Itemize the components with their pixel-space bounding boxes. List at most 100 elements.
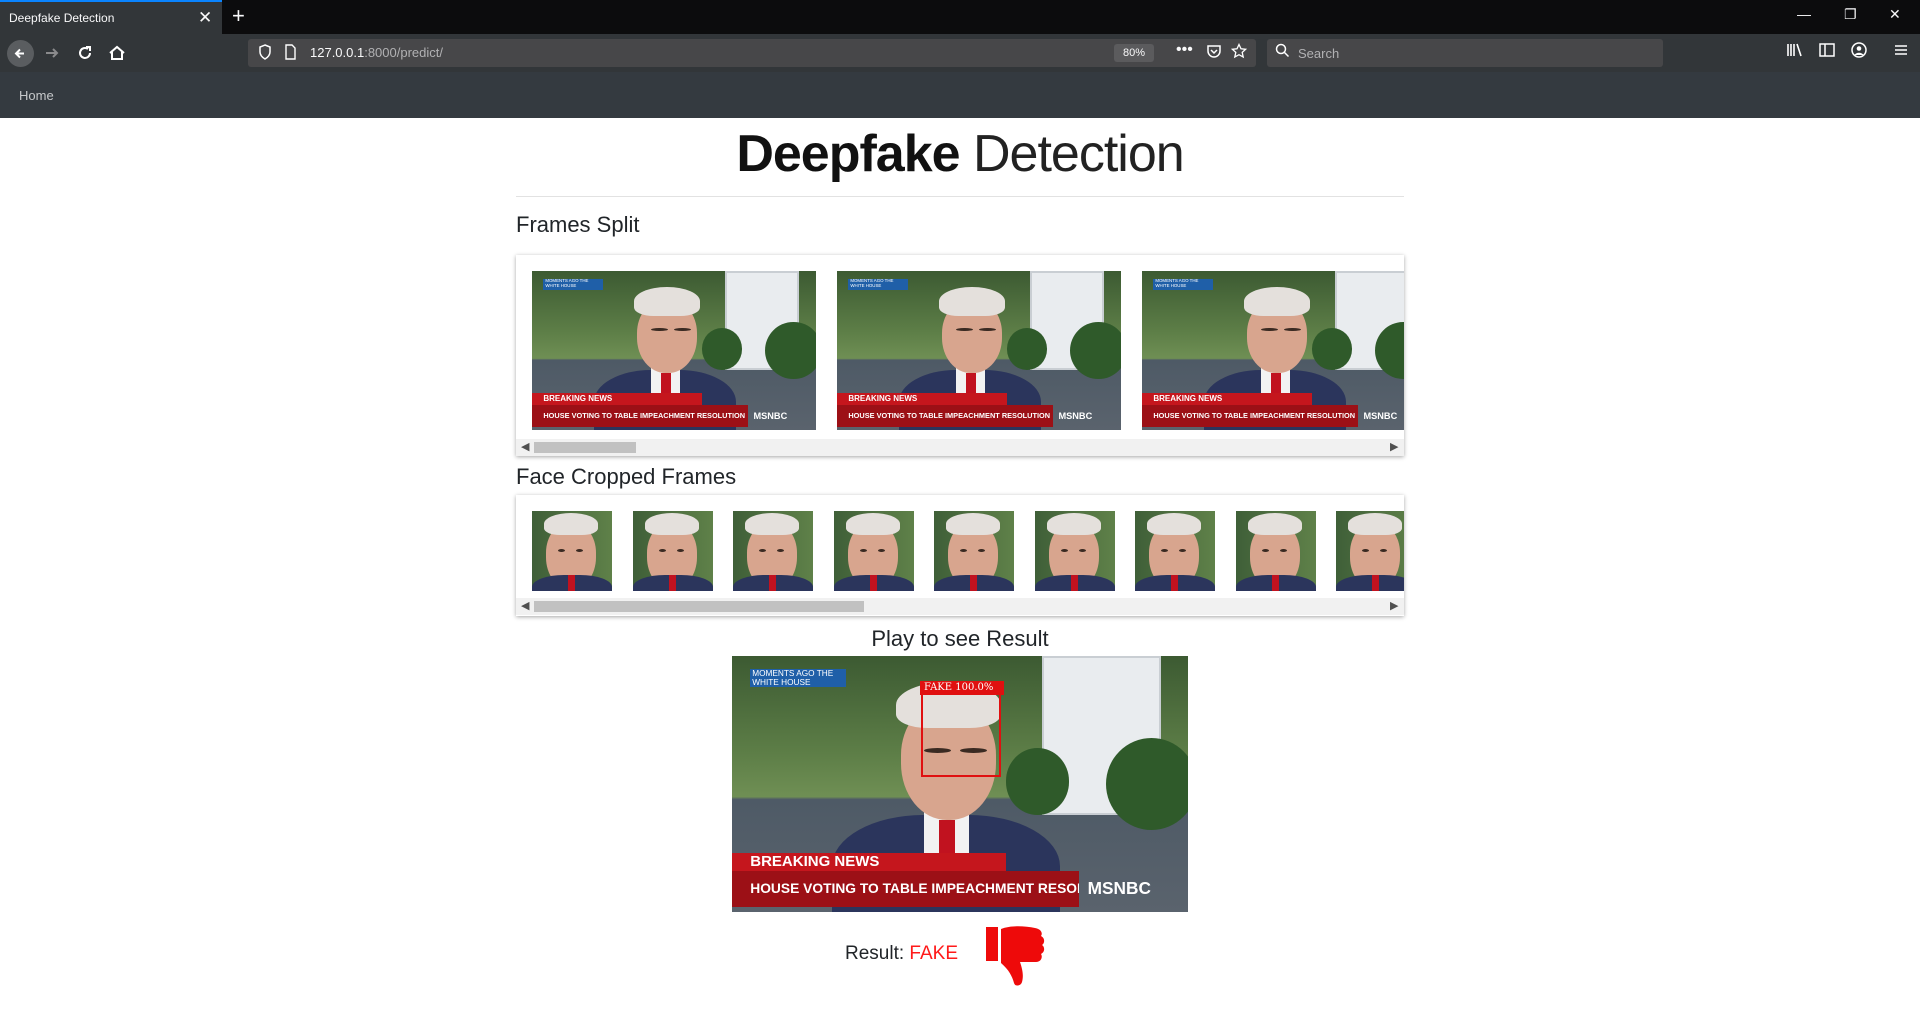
close-tab-icon[interactable]: ✕ bbox=[198, 8, 212, 28]
breaking-news-label: BREAKING NEWS bbox=[837, 393, 1008, 405]
home-icon[interactable] bbox=[105, 41, 129, 65]
breaking-news-label: BREAKING NEWS bbox=[732, 853, 1006, 872]
eye-image bbox=[676, 549, 684, 552]
tie-image bbox=[970, 575, 977, 591]
face-crop-thumbnail bbox=[833, 511, 914, 591]
minimize-icon[interactable]: — bbox=[1797, 6, 1811, 22]
bush-image bbox=[1007, 328, 1048, 370]
face-crop-scene bbox=[1034, 511, 1115, 591]
breaking-news-label: BREAKING NEWS bbox=[1142, 393, 1313, 405]
forward-icon[interactable] bbox=[40, 41, 64, 65]
face-detection-label: FAKE 100.0% bbox=[920, 681, 1004, 695]
divider bbox=[516, 196, 1404, 197]
scroll-left-icon[interactable]: ◀ bbox=[521, 599, 529, 612]
new-tab-button[interactable]: + bbox=[232, 3, 245, 29]
face-crop-thumbnail bbox=[632, 511, 713, 591]
page-info-icon[interactable] bbox=[284, 44, 297, 63]
face-detection-box bbox=[921, 681, 1001, 777]
eye-image bbox=[658, 549, 666, 552]
zoom-indicator[interactable]: 80% bbox=[1114, 44, 1154, 62]
menu-icon[interactable] bbox=[1892, 41, 1910, 64]
face-crop-scene bbox=[934, 511, 1014, 591]
frames-scroll-thumb[interactable] bbox=[534, 442, 636, 453]
play-result-title: Play to see Result bbox=[871, 626, 1049, 651]
thumbs-down-icon bbox=[986, 926, 1045, 986]
face-crop-scene bbox=[1135, 511, 1215, 591]
scroll-left-icon[interactable]: ◀ bbox=[521, 440, 529, 453]
tie-image bbox=[1070, 575, 1078, 591]
account-icon[interactable] bbox=[1850, 41, 1868, 64]
headline-banner: HOUSE VOTING TO TABLE IMPEACHMENT RESOLU… bbox=[532, 404, 748, 427]
faces-scrollbar[interactable]: ◀ ▶ bbox=[516, 598, 1404, 615]
corner-tag: MOMENTS AGO THE WHITE HOUSE bbox=[750, 668, 846, 687]
tab-deepfake-detection[interactable]: Deepfake Detection ✕ bbox=[0, 0, 222, 34]
face-crop-thumbnail bbox=[1034, 511, 1115, 591]
restore-icon[interactable]: ❐ bbox=[1844, 6, 1857, 23]
search-icon bbox=[1275, 43, 1290, 62]
result-video[interactable]: MOMENTS AGO THE WHITE HOUSE BREAKING NEWS… bbox=[732, 656, 1188, 912]
eye-image bbox=[777, 549, 784, 552]
sidebar-icon[interactable] bbox=[1818, 41, 1836, 64]
hair-image bbox=[1247, 513, 1302, 535]
search-placeholder: Search bbox=[1298, 46, 1340, 61]
hair-image bbox=[634, 286, 700, 316]
brand-light: Detection bbox=[973, 125, 1185, 183]
result-value: FAKE bbox=[909, 943, 958, 964]
browser-toolbar: 127.0.0.1:8000/predict/ 80% ••• Search bbox=[0, 34, 1920, 72]
scroll-right-icon[interactable]: ▶ bbox=[1390, 440, 1398, 453]
hair-image bbox=[1046, 513, 1101, 535]
suit-image bbox=[1336, 575, 1404, 591]
frames-split-strip[interactable]: MOMENTS AGO THE WHITE HOUSE BREAKING NEWS… bbox=[516, 255, 1404, 456]
headline-banner: HOUSE VOTING TO TABLE IMPEACHMENT RESOLU… bbox=[1142, 404, 1358, 427]
eye-image bbox=[1161, 549, 1168, 552]
face-crop-scene bbox=[1336, 511, 1404, 591]
result-label: Result: bbox=[845, 943, 905, 964]
bookmark-star-icon[interactable] bbox=[1230, 42, 1248, 63]
search-bar[interactable]: Search bbox=[1267, 39, 1663, 67]
face-crop-thumbnail bbox=[1235, 511, 1316, 591]
eye-image bbox=[1380, 549, 1387, 552]
bush-image bbox=[1312, 328, 1353, 370]
face-crop-scene bbox=[833, 511, 914, 591]
eye-image bbox=[859, 549, 867, 552]
news-frame-scene: MOMENTS AGO THE WHITE HOUSE BREAKING NEWS… bbox=[532, 271, 816, 430]
tie-image bbox=[668, 575, 676, 591]
bush-image bbox=[1069, 321, 1121, 380]
hair-image bbox=[845, 513, 900, 535]
faces-scroll-thumb[interactable] bbox=[534, 601, 864, 612]
eye-image bbox=[1261, 549, 1269, 552]
eye-image bbox=[759, 549, 766, 552]
headline-banner: HOUSE VOTING TO TABLE IMPEACHMENT RESOLU… bbox=[732, 871, 1079, 907]
face-crop-thumbnail bbox=[934, 511, 1014, 591]
corner-tag: MOMENTS AGO THE WHITE HOUSE bbox=[1153, 278, 1213, 291]
news-frame-scene: MOMENTS AGO THE WHITE HOUSE BREAKING NEWS… bbox=[1142, 271, 1404, 430]
tie-image bbox=[1271, 575, 1279, 591]
frame-thumbnail: MOMENTS AGO THE WHITE HOUSE BREAKING NEWS… bbox=[837, 271, 1121, 430]
home-link[interactable]: Home bbox=[19, 88, 54, 103]
back-icon[interactable] bbox=[7, 40, 34, 67]
hair-image bbox=[1147, 513, 1201, 535]
tie-image bbox=[1372, 575, 1379, 591]
shield-icon[interactable] bbox=[258, 44, 272, 63]
pocket-icon[interactable] bbox=[1206, 43, 1222, 63]
face-cropped-strip[interactable]: ◀ ▶ bbox=[516, 495, 1404, 616]
hair-image bbox=[644, 513, 699, 535]
frame-thumbnail: MOMENTS AGO THE WHITE HOUSE BREAKING NEWS… bbox=[532, 271, 816, 430]
window-close-icon[interactable]: ✕ bbox=[1889, 6, 1901, 23]
eye-image bbox=[1179, 549, 1186, 552]
url-bar[interactable]: 127.0.0.1:8000/predict/ 80% ••• bbox=[248, 39, 1256, 67]
url-host: 127.0.0.1 bbox=[310, 45, 365, 60]
hair-image bbox=[544, 513, 598, 535]
library-icon[interactable] bbox=[1786, 41, 1804, 64]
url-text[interactable]: 127.0.0.1:8000/predict/ bbox=[310, 45, 443, 60]
page-actions-icon[interactable]: ••• bbox=[1176, 41, 1193, 59]
eye-image bbox=[558, 549, 565, 552]
hair-image bbox=[1244, 286, 1310, 316]
frames-scrollbar[interactable]: ◀ ▶ bbox=[516, 439, 1404, 456]
page-title: Deepfake Detection bbox=[0, 124, 1920, 184]
reload-icon[interactable] bbox=[73, 41, 97, 65]
scroll-right-icon[interactable]: ▶ bbox=[1390, 599, 1398, 612]
tie-image bbox=[769, 575, 776, 591]
network-logo: MSNBC bbox=[1363, 410, 1398, 421]
face-crop-thumbnail bbox=[1135, 511, 1215, 591]
